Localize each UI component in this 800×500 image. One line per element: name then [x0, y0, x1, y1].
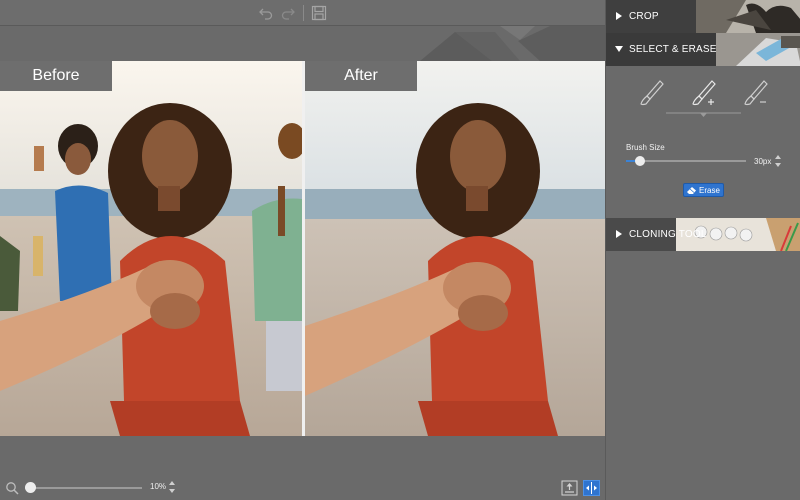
app-window: Before After 10% CROP SELECT & ERASE Bru…	[0, 0, 800, 500]
brush-size-label: Brush Size	[626, 143, 665, 152]
brush-add-button[interactable]	[690, 78, 718, 108]
section-select-erase[interactable]: SELECT & ERASE	[606, 33, 800, 66]
save-button[interactable]	[310, 4, 328, 22]
brush-icon	[640, 80, 664, 106]
brush-tool-group	[626, 78, 781, 110]
eraser-icon	[687, 186, 697, 194]
brush-selection-indicator	[666, 112, 741, 117]
undo-button[interactable]	[257, 4, 275, 22]
decorative-shapes	[420, 26, 605, 61]
section-cloning-tool[interactable]: CLONING TOOL	[606, 218, 800, 251]
zoom-slider-track[interactable]	[25, 487, 142, 489]
tools-panel: CROP SELECT & ERASE Brush Size 30px Eras…	[605, 0, 800, 500]
split-view-button[interactable]	[583, 480, 600, 496]
undo-icon	[259, 8, 273, 20]
image-canvas[interactable]: Before After	[0, 61, 605, 436]
top-toolbar	[0, 0, 605, 26]
toolbar-separator	[303, 5, 304, 21]
zoom-slider-thumb[interactable]	[25, 482, 37, 493]
before-pane: Before	[0, 61, 302, 436]
brush-add-icon	[692, 80, 716, 106]
after-pane: After	[305, 61, 605, 436]
before-photo	[0, 61, 302, 436]
brush-button[interactable]	[638, 78, 666, 108]
collapsed-arrow-icon	[616, 12, 622, 20]
redo-icon	[281, 8, 295, 20]
after-label: After	[305, 61, 417, 91]
brush-subtract-button[interactable]	[742, 78, 770, 108]
editor-area: Before After 10%	[0, 0, 605, 500]
zoom-value: 10%	[150, 482, 167, 491]
redo-button[interactable]	[279, 4, 297, 22]
export-button[interactable]	[561, 480, 578, 496]
zoom-icon[interactable]	[5, 481, 19, 495]
erase-button[interactable]: Erase	[683, 183, 724, 197]
section-cloning-tool-label: CLONING TOOL	[629, 229, 707, 240]
collapsed-arrow-icon	[616, 230, 622, 238]
zoom-stepper[interactable]	[168, 480, 176, 494]
expanded-arrow-icon	[615, 46, 623, 52]
erase-button-label: Erase	[699, 185, 720, 195]
after-photo	[305, 61, 605, 436]
brush-size-stepper[interactable]	[774, 154, 782, 168]
save-icon	[311, 5, 327, 21]
section-crop[interactable]: CROP	[606, 0, 800, 33]
before-label: Before	[0, 61, 112, 91]
brush-subtract-icon	[744, 80, 768, 106]
brush-size-thumb[interactable]	[635, 156, 646, 166]
section-select-erase-label: SELECT & ERASE	[629, 44, 717, 55]
section-crop-label: CROP	[629, 11, 659, 22]
bottom-bar: 10%	[0, 476, 605, 500]
brush-size-value: 30px	[754, 157, 772, 166]
